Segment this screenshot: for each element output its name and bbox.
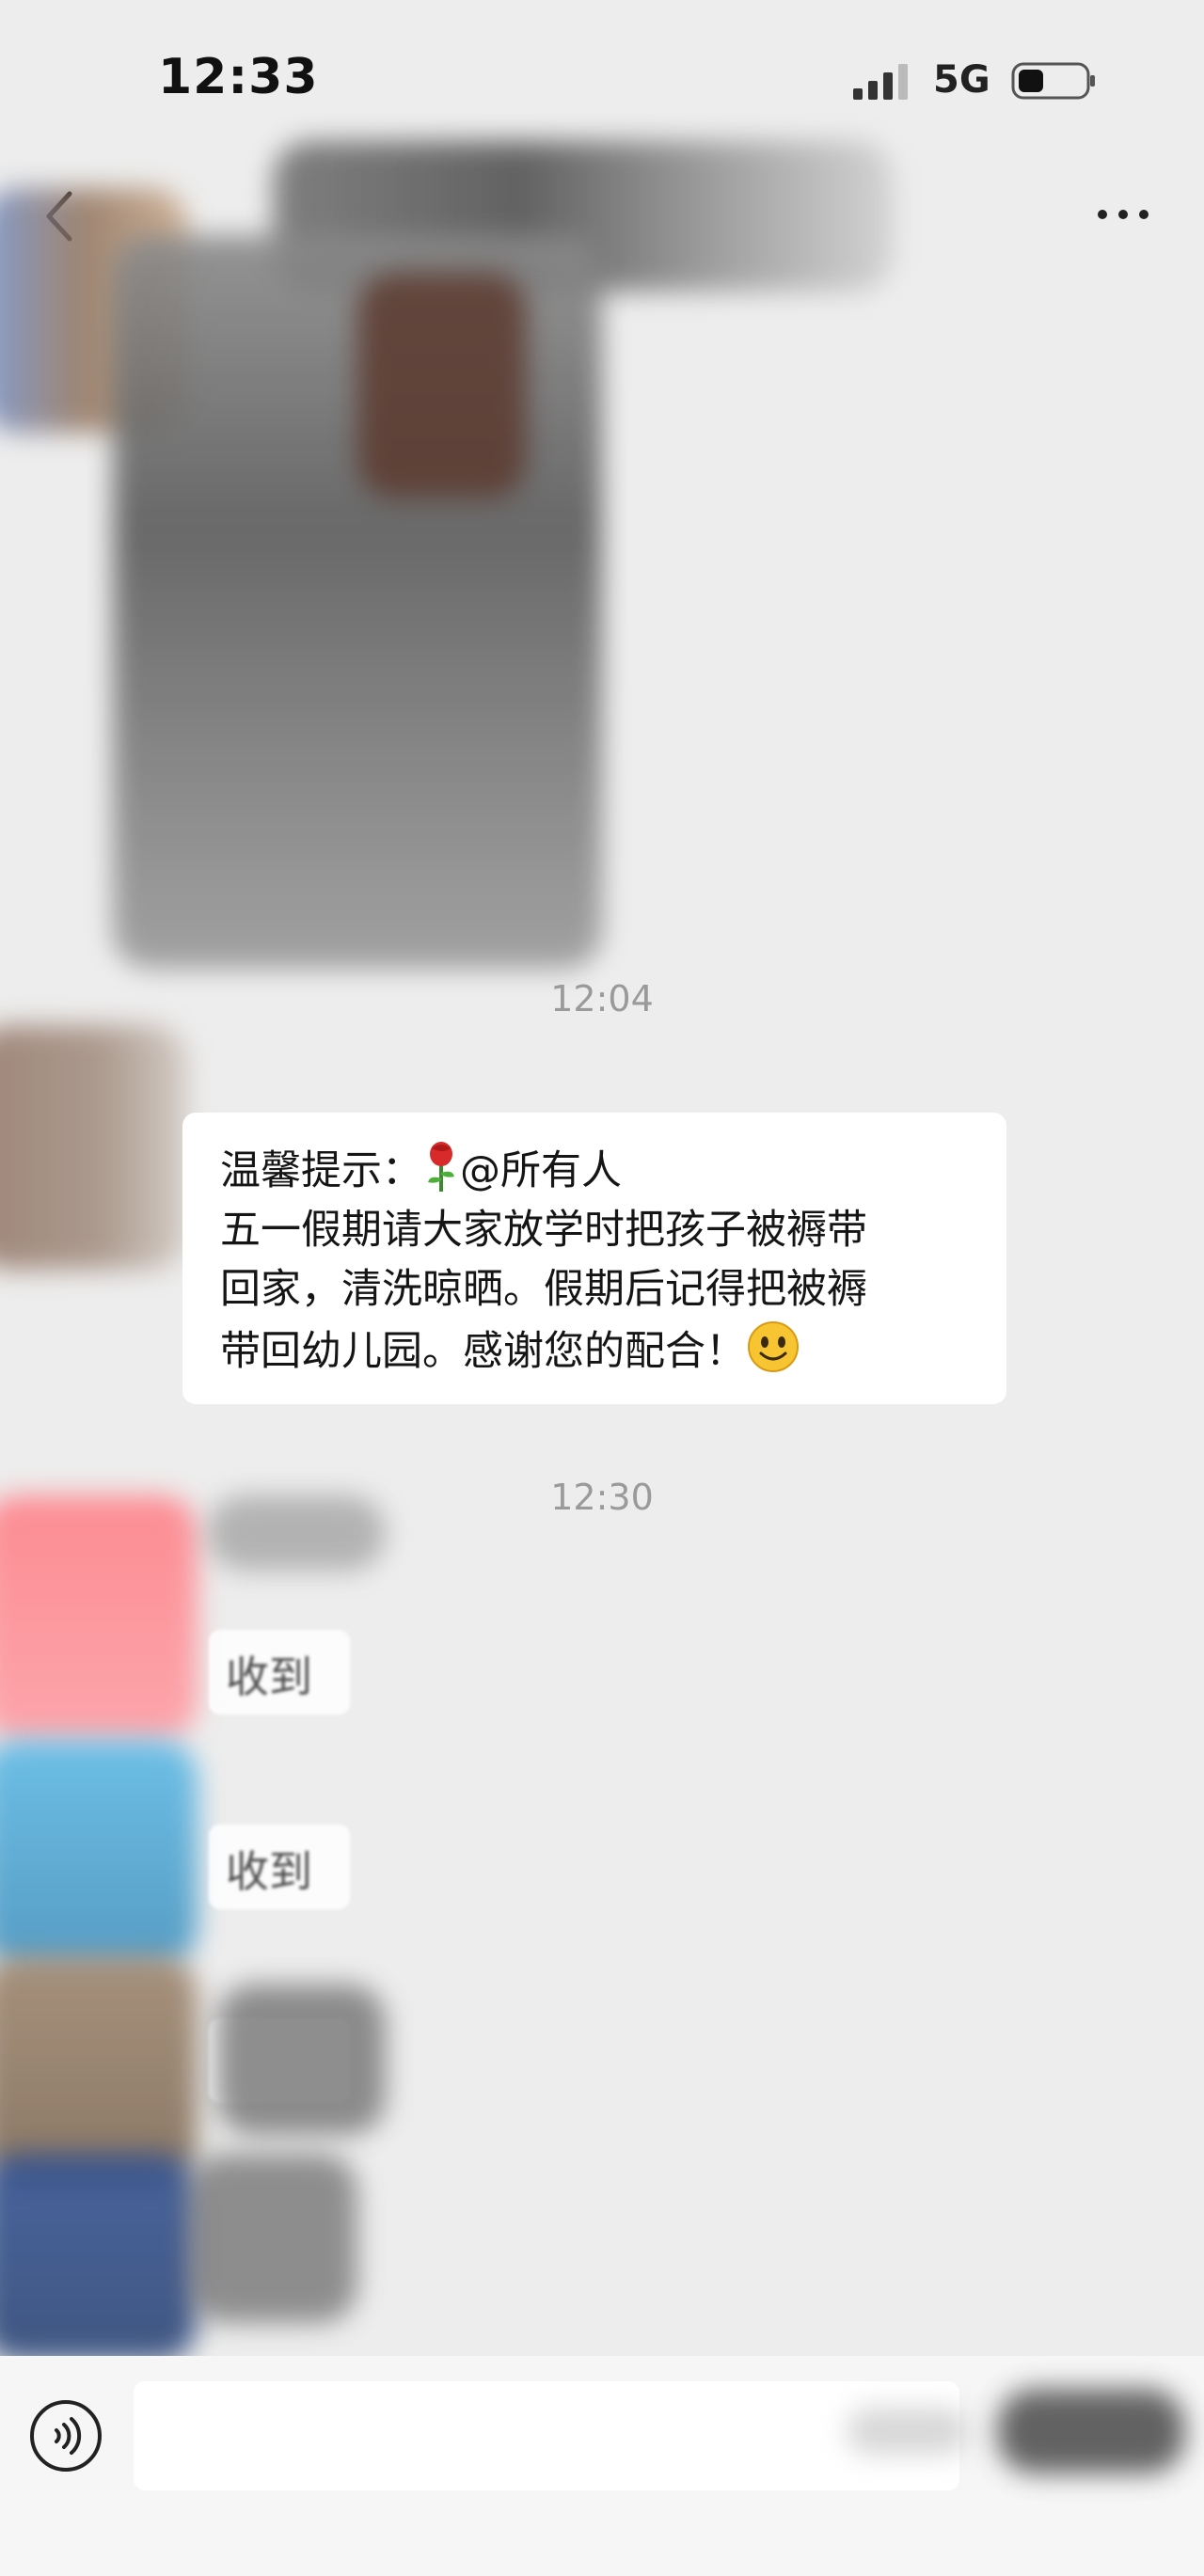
signal-icon <box>853 64 908 100</box>
more-icon[interactable] <box>1093 194 1153 235</box>
redacted-sender-name <box>207 1495 386 1571</box>
network-label: 5G <box>933 58 990 102</box>
notice-line-4-text: 带回幼儿园。感谢您的配合！ <box>220 1328 746 1375</box>
smile-emoji-icon <box>748 1321 799 1372</box>
redacted-reply <box>216 1984 386 2135</box>
notice-line-1: 温馨提示： @所有人 <box>220 1141 969 1201</box>
redacted-image-detail <box>357 273 527 498</box>
battery-icon <box>1011 62 1095 100</box>
status-bar: 12:33 5G <box>0 0 1204 160</box>
message-timestamp: 12:04 <box>550 978 654 1019</box>
voice-icon[interactable] <box>28 2398 103 2473</box>
reply-bubble[interactable]: 收到 <box>209 1825 350 1909</box>
reply-bubble[interactable]: 收到 <box>209 1630 350 1715</box>
rose-emoji-icon <box>428 1142 454 1192</box>
redacted-input-content <box>847 2408 969 2455</box>
redacted-avatar <box>0 2154 198 2361</box>
notice-line-4: 带回幼儿园。感谢您的配合！ <box>220 1320 969 1382</box>
chat-screen: 12:33 5G 12:04 温馨提示： @所有人 五一假期请大家放学时把孩子被… <box>0 0 1204 2576</box>
mention-all[interactable]: @所有人 <box>460 1147 622 1194</box>
notice-line-3: 回家，清洗晾晒。假期后记得把被褥 <box>220 1266 867 1313</box>
notice-prefix: 温馨提示： <box>220 1147 422 1194</box>
message-input[interactable] <box>134 2381 959 2490</box>
redacted-input-icons <box>997 2389 1185 2473</box>
redacted-avatar <box>0 1740 198 1966</box>
status-time: 12:33 <box>158 49 319 105</box>
notice-line-2: 五一假期请大家放学时把孩子被褥带 <box>220 1207 867 1254</box>
redacted-avatar <box>0 1495 198 1740</box>
redacted-reply <box>188 2154 357 2323</box>
redacted-sender-avatar <box>0 1025 188 1270</box>
notice-message-bubble[interactable]: 温馨提示： @所有人 五一假期请大家放学时把孩子被褥带 回家，清洗晾晒。假期后记… <box>182 1113 1006 1404</box>
redacted-avatar <box>0 1956 198 2182</box>
